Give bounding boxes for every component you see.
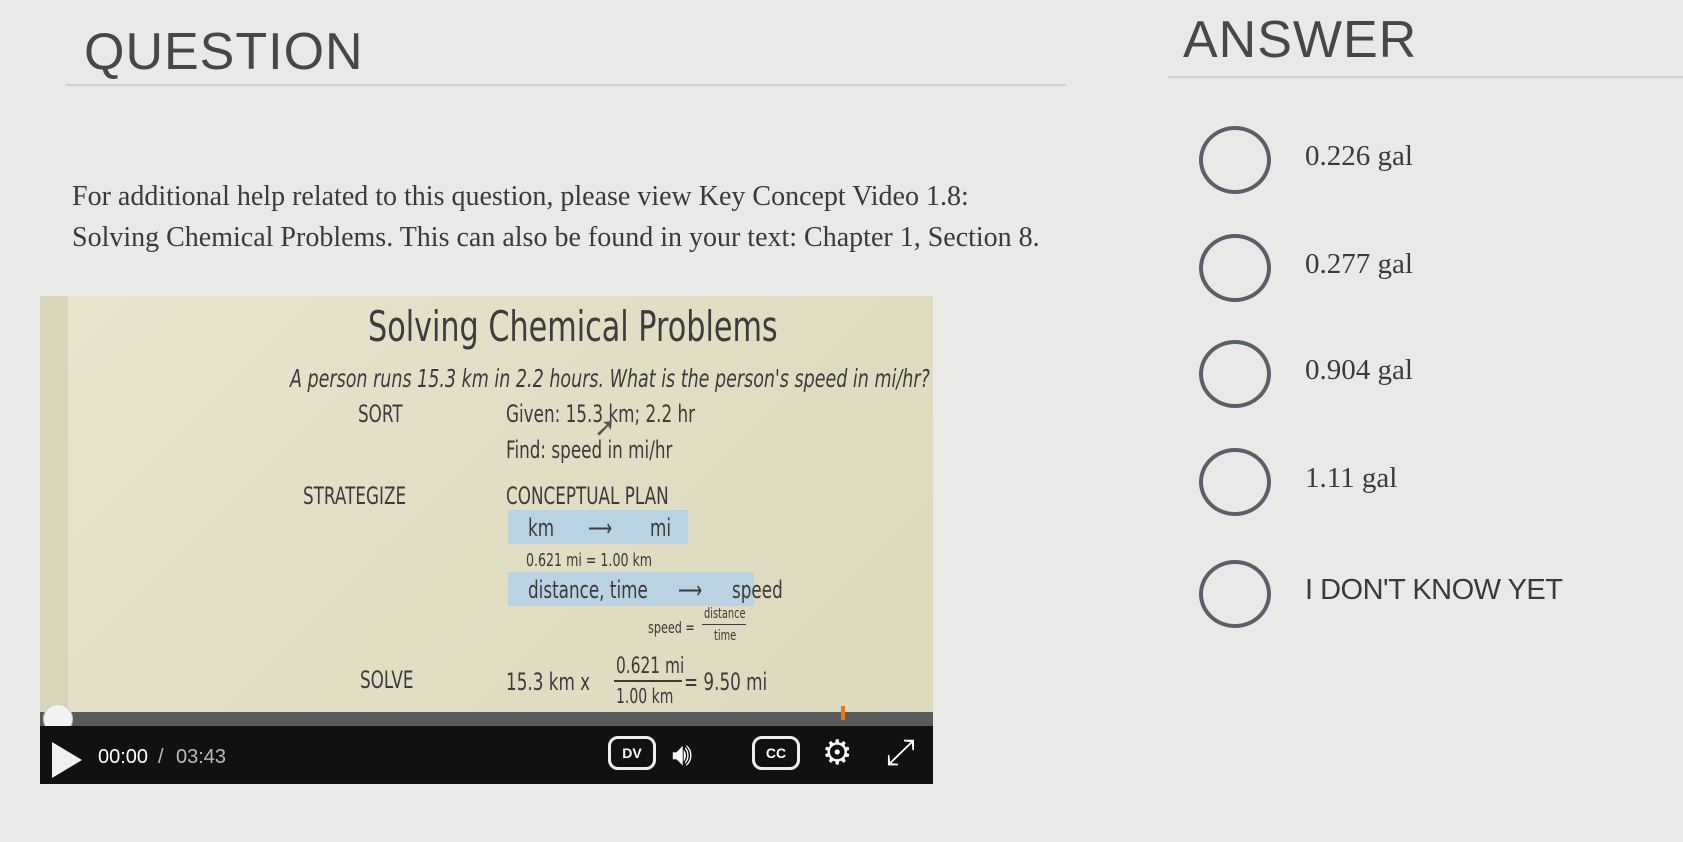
question-heading: QUESTION <box>84 23 364 81</box>
duration: 03:43 <box>176 746 227 768</box>
formula-numerator: distance <box>704 606 746 622</box>
radio-button[interactable] <box>1199 560 1271 628</box>
current-time: 00:00 <box>98 746 149 768</box>
gear-icon[interactable]: ⚙ <box>822 736 852 770</box>
formula-fraction-bar <box>702 624 746 625</box>
video-controls: 00:00 / 03:43 DV 🔊︎ CC ⚙ ⤢ <box>40 726 933 784</box>
formula-denominator: time <box>714 628 737 644</box>
option-label: 0.277 gal <box>1305 248 1413 280</box>
answer-option-1[interactable]: 0.226 gal <box>1199 126 1679 206</box>
plan2-to: speed <box>732 576 783 604</box>
radio-button[interactable] <box>1199 126 1271 194</box>
plan1-to: mi <box>650 514 672 542</box>
calc-numerator: 0.621 mi <box>616 654 685 679</box>
answer-option-2[interactable]: 0.277 gal <box>1199 234 1679 314</box>
slide-title: Solving Chemical Problems <box>368 302 778 351</box>
fullscreen-icon[interactable]: ⤢ <box>886 734 915 770</box>
plan2-from: distance, time <box>528 576 648 604</box>
slide-find: Find: speed in mi/hr <box>506 436 673 464</box>
calc-lhs: 15.3 km x <box>506 668 591 696</box>
radio-button[interactable] <box>1199 448 1271 516</box>
video-frame[interactable]: Solving Chemical Problems A person runs … <box>68 296 933 712</box>
video-slide-edge <box>40 296 68 712</box>
answer-option-4[interactable]: 1.11 gal <box>1199 448 1679 528</box>
plan2-arrow: ⟶ <box>678 576 703 604</box>
slide-plan-label: CONCEPTUAL PLAN <box>506 482 669 510</box>
cursor-icon: ➚ <box>594 412 616 442</box>
slide-sort-label: SORT <box>358 400 403 428</box>
volume-icon[interactable]: 🔊︎ <box>672 738 692 770</box>
option-label: 0.904 gal <box>1305 354 1413 386</box>
answer-heading: ANSWER <box>1183 11 1418 69</box>
option-label: 1.11 gal <box>1305 462 1398 494</box>
dv-button[interactable]: DV <box>608 736 656 770</box>
option-label: I DON'T KNOW YET <box>1305 574 1563 606</box>
question-divider <box>66 84 1066 86</box>
radio-button[interactable] <box>1199 234 1271 302</box>
video-player[interactable]: Solving Chemical Problems A person runs … <box>40 296 933 784</box>
answer-option-3[interactable]: 0.904 gal <box>1199 340 1679 420</box>
play-icon[interactable] <box>52 742 82 778</box>
progress-marker <box>841 706 845 720</box>
slide-strategize-label: STRATEGIZE <box>303 482 407 510</box>
slide-solve-label: SOLVE <box>360 666 414 694</box>
time-separator: / <box>158 746 164 768</box>
calc-fraction-bar <box>614 680 682 682</box>
plan1-from: km <box>528 514 555 542</box>
formula-lhs: speed = <box>648 618 695 637</box>
option-label: 0.226 gal <box>1305 140 1413 172</box>
calc-denominator: 1.00 km <box>616 684 674 708</box>
help-text: For additional help related to this ques… <box>72 181 1040 253</box>
calc-rhs: = 9.50 mi <box>684 668 768 696</box>
slide-question: A person runs 15.3 km in 2.2 hours. What… <box>290 364 930 393</box>
progress-bar[interactable] <box>40 706 933 726</box>
radio-button[interactable] <box>1199 340 1271 408</box>
conversion-factor: 0.621 mi = 1.00 km <box>526 550 653 571</box>
answer-divider <box>1168 76 1683 78</box>
plan1-arrow: ⟶ <box>588 514 613 542</box>
answer-option-5[interactable]: I DON'T KNOW YET <box>1199 560 1679 640</box>
cc-button[interactable]: CC <box>752 736 800 770</box>
